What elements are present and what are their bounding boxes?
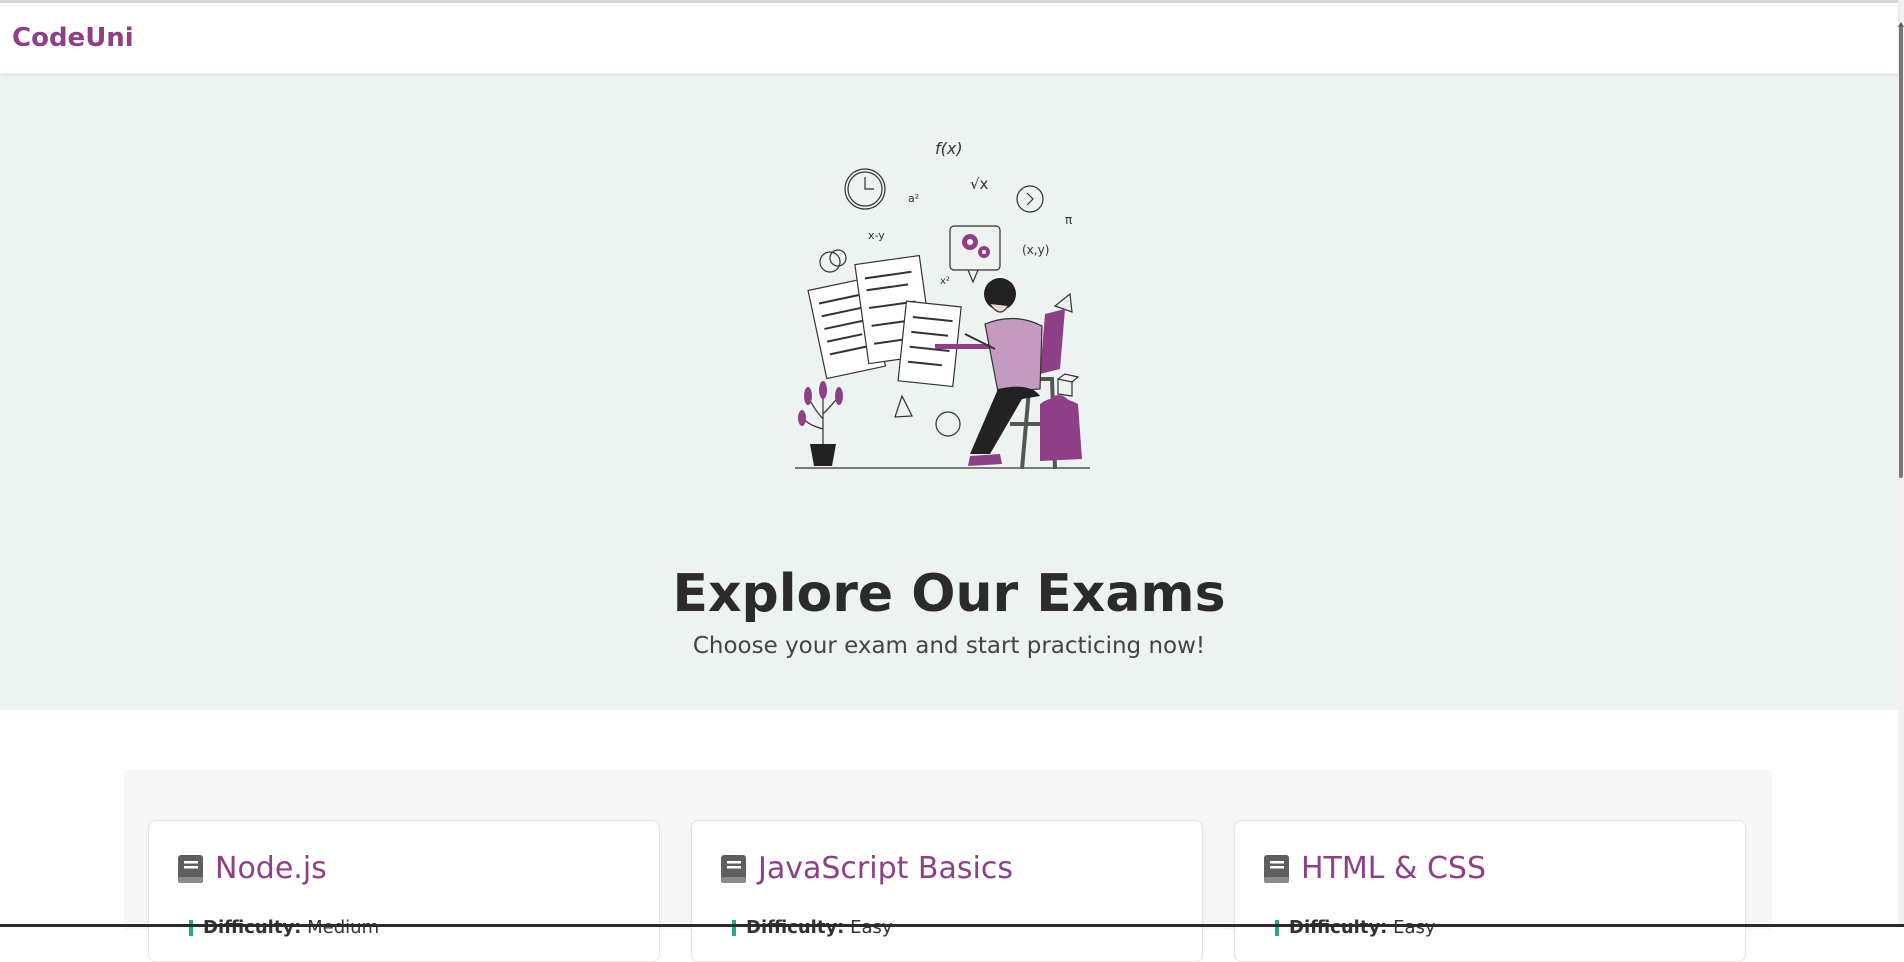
card-header: JavaScript Basics	[720, 851, 1013, 886]
svg-text:π: π	[1065, 213, 1072, 227]
exam-card-nodejs[interactable]: Node.js Difficulty: Medium	[148, 820, 660, 962]
difficulty-label: Difficulty:	[746, 917, 845, 938]
exam-card-html-css[interactable]: HTML & CSS Difficulty: Easy	[1234, 820, 1746, 962]
card-header: Node.js	[177, 851, 327, 886]
card-header: HTML & CSS	[1263, 851, 1486, 886]
exam-title[interactable]: HTML & CSS	[1301, 851, 1486, 886]
svg-text:x-y: x-y	[868, 229, 885, 242]
svg-text:(x,y): (x,y)	[1022, 243, 1049, 257]
student-exam-illustration: f(x) √x a² π (x,y) x-y x² (a,b)	[795, 139, 1090, 470]
svg-text:√x: √x	[970, 175, 989, 193]
svg-text:x²: x²	[940, 276, 950, 287]
difficulty-label: Difficulty:	[203, 917, 302, 938]
vertical-scrollbar[interactable]	[1898, 0, 1904, 927]
brand-logo[interactable]: CodeUni	[12, 23, 134, 53]
exam-difficulty: Difficulty: Easy	[1275, 917, 1436, 938]
difficulty-value: Medium	[307, 917, 380, 938]
difficulty-value: Easy	[850, 917, 893, 938]
book-icon	[721, 854, 746, 883]
page-subtitle: Choose your exam and start practicing no…	[692, 633, 1206, 659]
scrollbar-thumb[interactable]	[1899, 26, 1903, 478]
exam-card-javascript-basics[interactable]: JavaScript Basics Difficulty: Easy	[691, 820, 1203, 962]
page-title: Explore Our Exams	[672, 563, 1226, 624]
exam-title[interactable]: JavaScript Basics	[758, 851, 1013, 886]
hero-section: f(x) √x a² π (x,y) x-y x² (a,b)	[0, 74, 1898, 710]
exam-difficulty: Difficulty: Medium	[189, 917, 379, 938]
difficulty-label: Difficulty:	[1289, 917, 1388, 938]
navbar: CodeUni	[0, 3, 1898, 73]
svg-text:f(x): f(x)	[935, 139, 963, 158]
book-icon	[1264, 854, 1289, 883]
chart-bar-icon	[1275, 920, 1279, 936]
chart-bar-icon	[732, 920, 736, 936]
difficulty-value: Easy	[1393, 917, 1436, 938]
exam-difficulty: Difficulty: Easy	[732, 917, 893, 938]
exam-title[interactable]: Node.js	[215, 851, 327, 886]
chart-bar-icon	[189, 920, 193, 936]
svg-text:a²: a²	[908, 192, 919, 205]
book-icon	[178, 854, 203, 883]
